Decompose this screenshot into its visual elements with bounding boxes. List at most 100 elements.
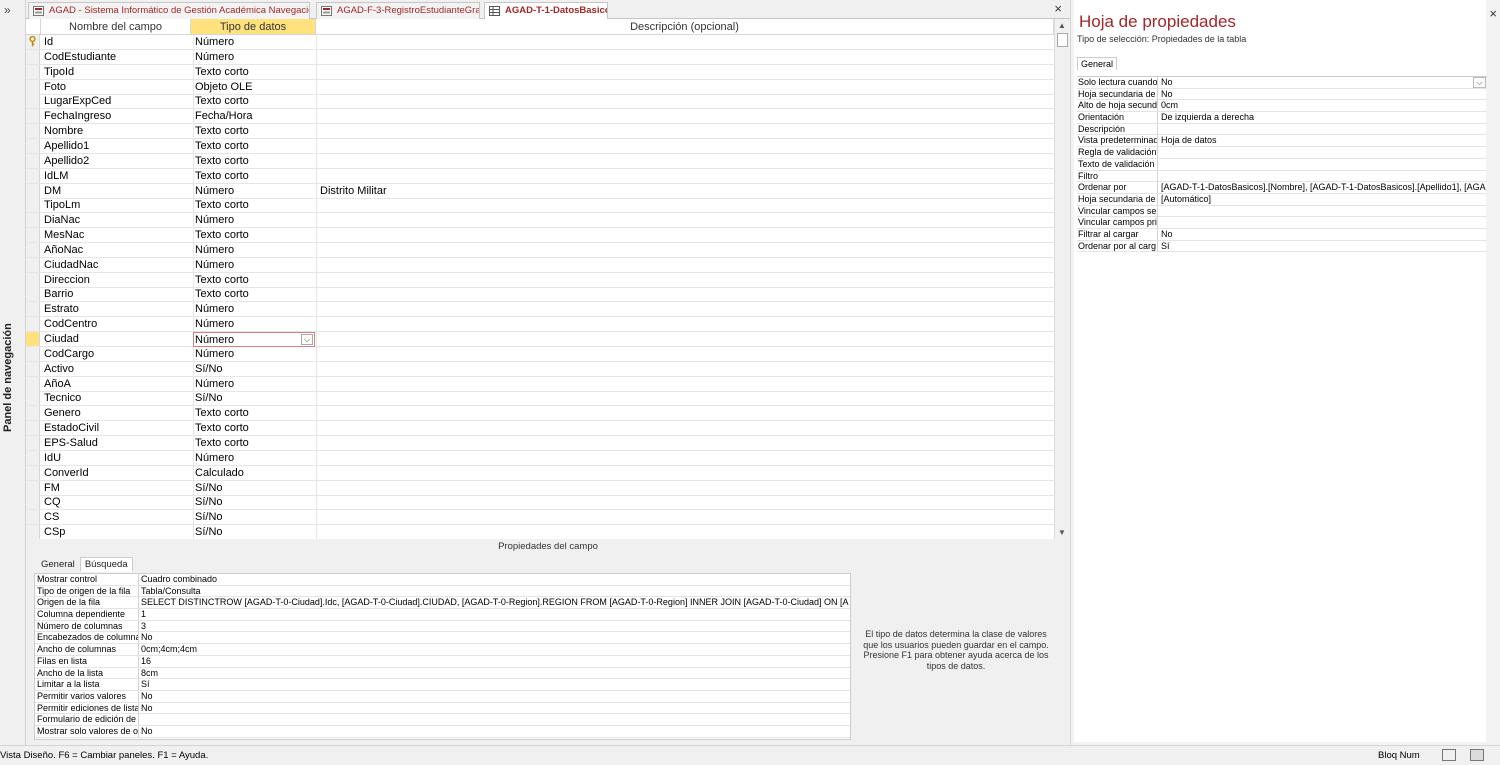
row-selector[interactable]	[26, 376, 40, 391]
data-type-cell[interactable]: Sí/No	[193, 495, 315, 511]
property-row[interactable]: Ancho de la lista 8cm	[35, 667, 850, 680]
field-name-cell[interactable]: Apellido2	[44, 154, 190, 169]
description-cell[interactable]	[316, 391, 1054, 407]
property-value[interactable]: No	[141, 691, 849, 702]
tab-navegacion[interactable]: AGAD - Sistema Informático de Gestión Ac…	[28, 2, 310, 19]
property-value[interactable]: 1	[141, 609, 849, 620]
table-row[interactable]: IdLM Texto corto	[26, 168, 1054, 184]
data-type-cell[interactable]: Sí/No	[193, 525, 315, 539]
property-row[interactable]: Formulario de edición de	[35, 714, 850, 726]
description-cell[interactable]	[316, 242, 1054, 258]
field-name-cell[interactable]: CSp	[44, 525, 190, 539]
field-name-cell[interactable]: FM	[44, 481, 190, 496]
description-cell[interactable]	[316, 153, 1054, 169]
expand-chevron-icon[interactable]: »	[4, 3, 11, 17]
row-selector[interactable]	[26, 198, 40, 213]
row-selector[interactable]	[26, 435, 40, 450]
field-name-cell[interactable]: FechaIngreso	[44, 109, 190, 124]
table-row[interactable]: CiudadNac Número	[26, 257, 1054, 273]
data-type-cell[interactable]: Calculado	[193, 465, 315, 481]
table-row[interactable]: Genero Texto corto	[26, 406, 1054, 422]
field-name-cell[interactable]: Genero	[44, 406, 190, 421]
data-type-cell[interactable]: Fecha/Hora	[193, 109, 315, 125]
sheet-property-row[interactable]: Orientación De izquierda a derecha	[1077, 112, 1487, 124]
table-row[interactable]: Direccion Texto corto	[26, 272, 1054, 288]
row-selector[interactable]	[26, 124, 40, 139]
field-name-cell[interactable]: Ciudad	[44, 332, 190, 347]
property-row[interactable]: Permitir ediciones de lista No	[35, 702, 850, 715]
table-row[interactable]: Ciudad Número ⌵	[26, 332, 1054, 347]
sheet-property-row[interactable]: Hoja secundaria de No	[1077, 88, 1487, 101]
sheet-property-value[interactable]: 0cm	[1161, 100, 1486, 111]
description-cell[interactable]	[316, 421, 1054, 437]
data-type-cell[interactable]: Número	[193, 317, 315, 333]
data-type-cell[interactable]: Texto corto	[193, 198, 315, 214]
field-name-cell[interactable]: CQ	[44, 495, 190, 510]
row-selector[interactable]	[26, 272, 40, 287]
property-row[interactable]: Ancho de columnas 0cm;4cm;4cm	[35, 644, 850, 656]
table-row[interactable]: LugarExpCed Texto corto	[26, 94, 1054, 110]
property-value[interactable]: No	[141, 726, 849, 737]
property-row[interactable]: Tipo de origen de la fila Tabla/Consulta	[35, 585, 850, 598]
data-type-cell[interactable]: Número	[193, 376, 315, 392]
property-row[interactable]: Limitar a la lista Sí	[35, 679, 850, 691]
close-tab-icon[interactable]: ×	[1054, 1, 1062, 16]
row-selector[interactable]	[26, 480, 40, 495]
table-row[interactable]: DM Número Distrito Militar	[26, 183, 1054, 199]
field-name-cell[interactable]: Estrato	[44, 302, 190, 317]
data-type-cell[interactable]: Texto corto	[193, 406, 315, 422]
data-type-cell[interactable]: Texto corto	[193, 228, 315, 244]
field-name-cell[interactable]: Nombre	[44, 124, 190, 139]
property-value[interactable]	[141, 714, 849, 725]
description-cell[interactable]	[316, 495, 1054, 511]
navigation-pane[interactable]: » Panel de navegación	[0, 0, 26, 745]
table-row[interactable]: CodEstudiante Número	[26, 49, 1054, 65]
description-cell[interactable]	[316, 49, 1054, 65]
property-value[interactable]: Cuadro combinado	[141, 574, 849, 585]
row-selector[interactable]	[26, 510, 40, 525]
table-row[interactable]: CodCargo Número	[26, 346, 1054, 362]
sheet-property-row[interactable]: Filtro	[1077, 170, 1487, 183]
data-type-cell[interactable]: Texto corto	[193, 435, 315, 451]
description-cell[interactable]	[316, 435, 1054, 451]
sheet-property-row[interactable]: Hoja secundaria de [Automático]	[1077, 193, 1487, 206]
field-name-cell[interactable]: EstadoCivil	[44, 421, 190, 436]
table-row[interactable]: CS Sí/No	[26, 510, 1054, 526]
data-type-cell[interactable]: Número	[193, 213, 315, 229]
row-selector[interactable]	[26, 79, 40, 94]
data-type-cell[interactable]: Texto corto	[193, 287, 315, 303]
property-value[interactable]: 3	[141, 621, 849, 632]
data-type-cell[interactable]: Número ⌵	[193, 332, 315, 347]
field-name-cell[interactable]: TipoId	[44, 65, 190, 80]
property-row[interactable]: Encabezados de columna No	[35, 632, 850, 645]
chevron-down-icon[interactable]: ⌵	[1473, 77, 1486, 88]
description-cell[interactable]	[316, 376, 1054, 392]
close-property-sheet-icon[interactable]: ×	[1489, 6, 1497, 21]
sheet-property-row[interactable]: Filtrar al cargar No	[1077, 228, 1487, 241]
table-row[interactable]: TipoLm Texto corto	[26, 198, 1054, 214]
table-row[interactable]: Id Número	[26, 35, 1054, 50]
field-name-cell[interactable]: EPS-Salud	[44, 436, 190, 451]
scroll-thumb[interactable]	[1057, 33, 1068, 47]
data-type-cell[interactable]: Texto corto	[193, 272, 315, 288]
sheet-property-value[interactable]: De izquierda a derecha	[1161, 112, 1486, 123]
field-name-cell[interactable]: CS	[44, 510, 190, 525]
property-row[interactable]: Mostrar solo valores de o No	[35, 725, 850, 738]
description-cell[interactable]	[316, 64, 1054, 80]
property-row[interactable]: Permitir varios valores No	[35, 690, 850, 703]
property-value[interactable]: 0cm;4cm;4cm	[141, 644, 849, 655]
sheet-property-row[interactable]: Vincular campos se	[1077, 205, 1487, 218]
sheet-property-row[interactable]: Descripción	[1077, 123, 1487, 136]
table-row[interactable]: AñoNac Número	[26, 242, 1054, 258]
description-cell[interactable]	[316, 272, 1054, 288]
sheet-property-value[interactable]: [AGAD-T-1-DatosBasicos].[Nombre], [AGAD-…	[1161, 182, 1486, 193]
row-selector[interactable]	[26, 138, 40, 153]
row-selector[interactable]	[26, 346, 40, 361]
field-name-cell[interactable]: CodEstudiante	[44, 50, 190, 65]
data-type-cell[interactable]: Texto corto	[193, 64, 315, 80]
description-cell[interactable]	[316, 287, 1054, 303]
property-value[interactable]: Sí	[141, 679, 849, 690]
sheet-property-row[interactable]: Texto de validación	[1077, 158, 1487, 171]
table-row[interactable]: IdU Número	[26, 450, 1054, 466]
row-selector[interactable]	[26, 361, 40, 376]
